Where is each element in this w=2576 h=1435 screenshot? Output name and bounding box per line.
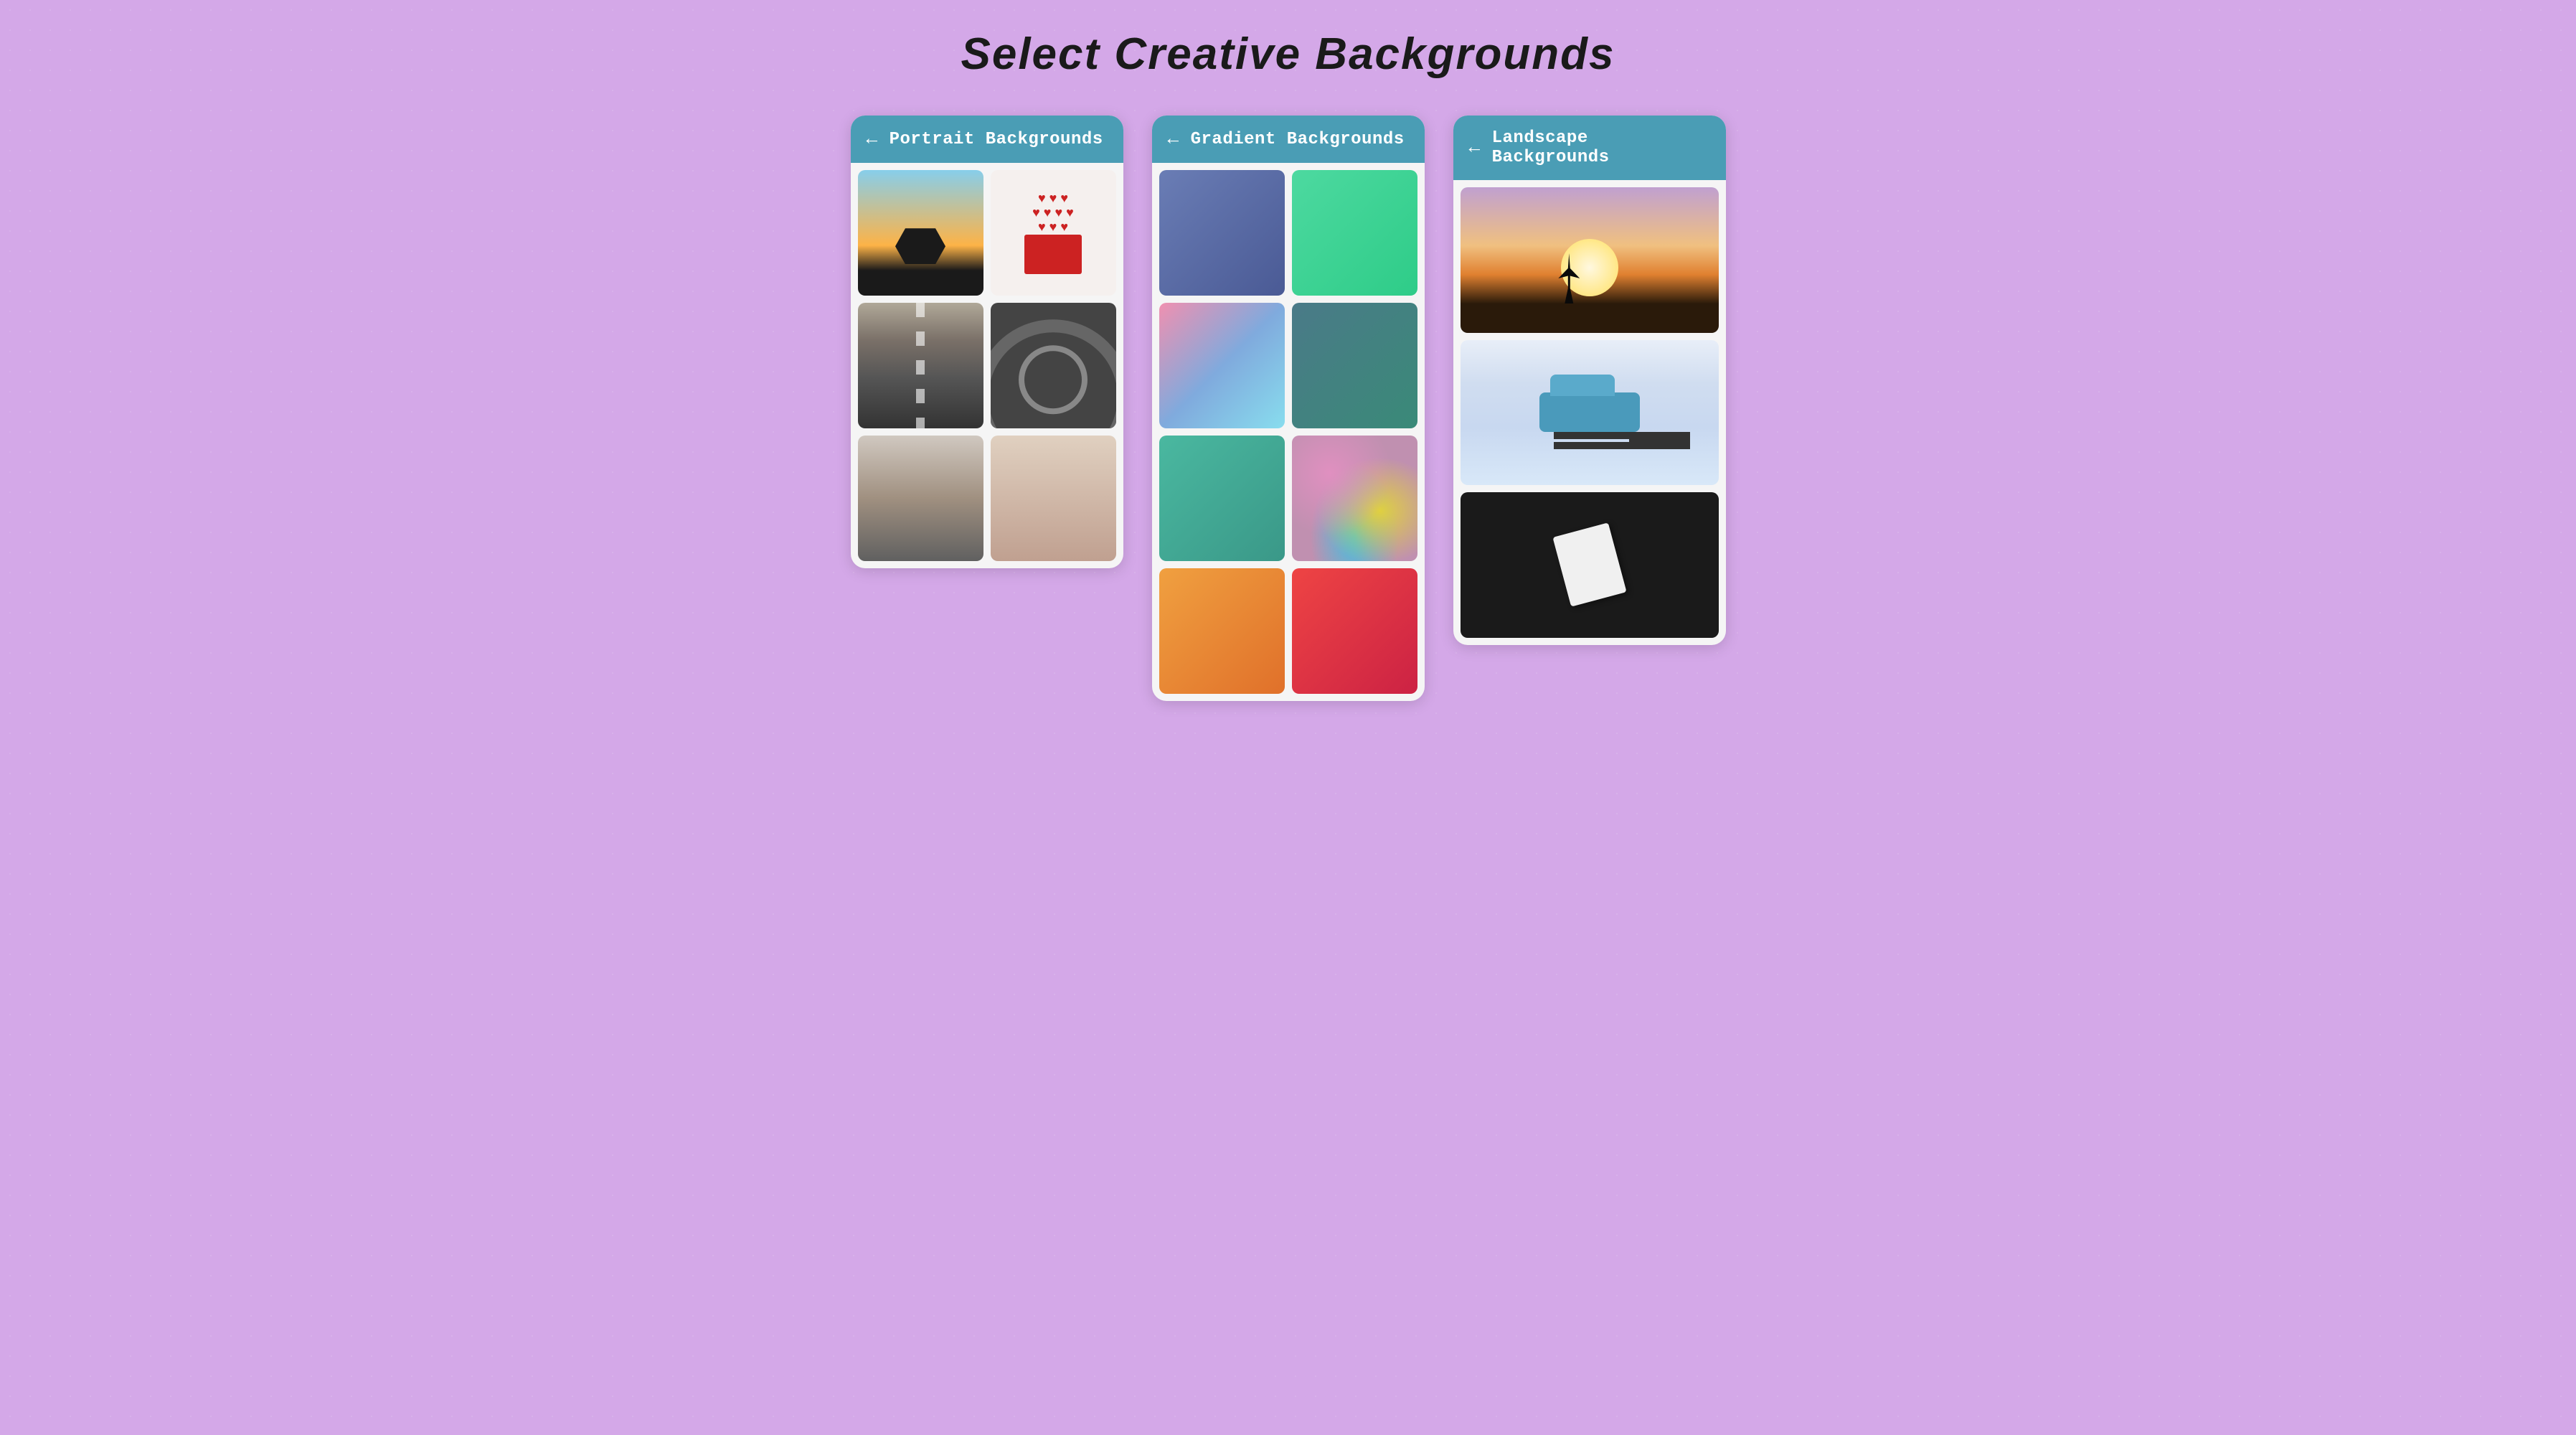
landscape-thumb-3[interactable] — [1461, 492, 1719, 638]
portrait-panel: ← Portrait Backgrounds ♥ ♥ ♥♥ ♥ ♥ ♥♥ ♥ ♥ — [851, 116, 1123, 568]
gradient-thumb-6[interactable] — [1292, 436, 1417, 561]
gradient-back-button[interactable]: ← — [1168, 128, 1179, 150]
gradient-panel: ← Gradient Backgrounds — [1152, 116, 1425, 701]
notebook-icon — [1552, 523, 1626, 607]
gradient-panel-title: Gradient Backgrounds — [1191, 130, 1405, 149]
portrait-thumb-2[interactable]: ♥ ♥ ♥♥ ♥ ♥ ♥♥ ♥ ♥ — [991, 170, 1116, 296]
gradient-panel-content — [1152, 163, 1425, 701]
landscape-panel-title: Landscape Backgrounds — [1492, 128, 1710, 167]
landscape-panel-content — [1453, 180, 1726, 645]
portrait-thumb-1[interactable] — [858, 170, 983, 296]
gradient-thumb-8[interactable] — [1292, 568, 1417, 694]
landscape-back-button[interactable]: ← — [1469, 137, 1481, 159]
portrait-panel-content: ♥ ♥ ♥♥ ♥ ♥ ♥♥ ♥ ♥ — [851, 163, 1123, 568]
gradient-thumb-2[interactable] — [1292, 170, 1417, 296]
portrait-panel-title: Portrait Backgrounds — [890, 130, 1103, 149]
portrait-back-button[interactable]: ← — [867, 128, 878, 150]
red-box — [1024, 235, 1082, 274]
page-title: Select Creative Backgrounds — [961, 29, 1615, 80]
landscape-panel: ← Landscape Backgrounds — [1453, 116, 1726, 645]
gradient-thumb-4[interactable] — [1292, 303, 1417, 428]
gradient-thumb-5[interactable] — [1159, 436, 1285, 561]
portrait-thumb-3[interactable] — [858, 303, 983, 428]
portrait-panel-header: ← Portrait Backgrounds — [851, 116, 1123, 163]
portrait-thumb-6[interactable] — [991, 436, 1116, 561]
landscape-thumb-1[interactable] — [1461, 187, 1719, 333]
gradient-panel-header: ← Gradient Backgrounds — [1152, 116, 1425, 163]
landscape-thumb-2[interactable] — [1461, 340, 1719, 486]
car-icon — [1539, 392, 1640, 432]
gradient-thumb-1[interactable] — [1159, 170, 1285, 296]
portrait-thumb-4[interactable] — [991, 303, 1116, 428]
panels-container: ← Portrait Backgrounds ♥ ♥ ♥♥ ♥ ♥ ♥♥ ♥ ♥ — [786, 116, 1791, 701]
landscape-panel-header: ← Landscape Backgrounds — [1453, 116, 1726, 180]
gradient-thumb-7[interactable] — [1159, 568, 1285, 694]
gradient-thumb-3[interactable] — [1159, 303, 1285, 428]
hearts-icon: ♥ ♥ ♥♥ ♥ ♥ ♥♥ ♥ ♥ — [1032, 192, 1074, 234]
portrait-thumb-5[interactable] — [858, 436, 983, 561]
